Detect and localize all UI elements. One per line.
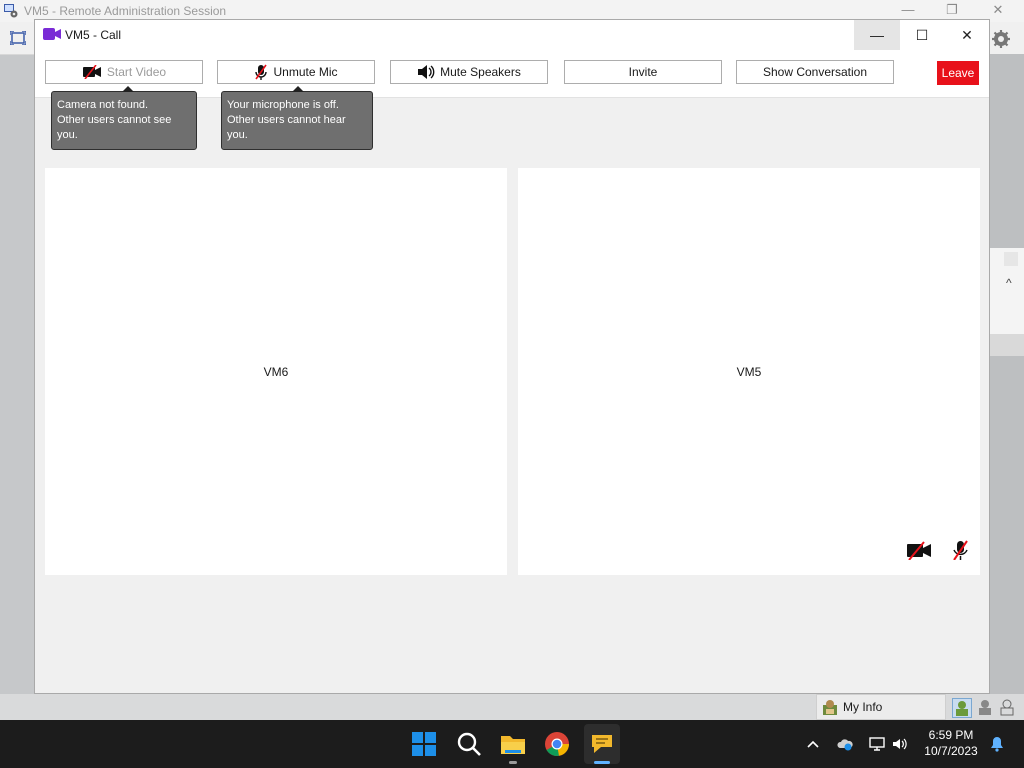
chevron-up-icon[interactable]: ^ (1006, 276, 1012, 290)
invite-button[interactable]: Invite (564, 60, 722, 84)
clock-date: 10/7/2023 (924, 744, 978, 758)
user-offline-icon[interactable] (998, 698, 1016, 716)
mic-tooltip-line1: Your microphone is off. (227, 99, 339, 111)
video-off-icon (82, 65, 101, 79)
close-button[interactable]: ✕ (944, 20, 990, 50)
participant-video-vm5[interactable]: VM5 (518, 168, 980, 575)
background-pane: ^ (990, 248, 1024, 304)
video-off-icon (907, 541, 931, 560)
file-explorer-icon[interactable] (499, 730, 527, 758)
minimize-button[interactable]: — (854, 20, 900, 50)
background-strip-selected (990, 334, 1024, 356)
notification-bell-icon[interactable] (989, 736, 1005, 752)
participant-name: VM5 (736, 364, 762, 379)
call-title: VM5 - Call (65, 28, 122, 42)
chevron-up-icon[interactable] (805, 736, 821, 752)
leave-button[interactable]: Leave (937, 61, 979, 85)
unmute-mic-button[interactable]: Unmute Mic (217, 60, 375, 84)
onedrive-icon[interactable] (837, 736, 853, 752)
start-icon[interactable] (410, 730, 438, 758)
participant-name: VM6 (263, 364, 289, 379)
mic-off-icon (953, 540, 968, 560)
unmute-mic-label: Unmute Mic (273, 65, 338, 79)
chat-app-icon[interactable] (588, 730, 616, 758)
network-icon[interactable] (869, 736, 885, 752)
mic-tooltip-line2: Other users cannot hear you. (227, 114, 346, 141)
background-strip (990, 304, 1024, 334)
remote-admin-icon (4, 4, 18, 18)
video-camera-icon (43, 28, 61, 40)
remote-restore-button[interactable]: ❐ (941, 2, 963, 18)
active-app-indicator (594, 761, 610, 764)
volume-icon[interactable] (892, 736, 908, 752)
my-info-button[interactable]: My Info (816, 694, 946, 720)
remote-session-title: VM5 - Remote Administration Session (24, 4, 227, 18)
call-window: VM5 - Call — ☐ ✕ Start Video Unmute Mic … (34, 19, 990, 694)
remote-close-button[interactable]: ✕ (987, 2, 1009, 18)
mute-speakers-button[interactable]: Mute Speakers (390, 60, 548, 84)
show-conversation-label: Show Conversation (762, 65, 868, 79)
camera-tooltip: Camera not found. Other users cannot see… (51, 86, 197, 150)
show-conversation-button[interactable]: Show Conversation (736, 60, 894, 84)
taskbar: 6:59 PM 10/7/2023 (0, 720, 1024, 768)
gear-icon[interactable] (992, 30, 1010, 48)
camera-tooltip-line1: Camera not found. (57, 99, 149, 111)
start-video-button[interactable]: Start Video (45, 60, 203, 84)
maximize-button[interactable]: ☐ (899, 20, 945, 50)
system-clock[interactable]: 6:59 PM 10/7/2023 (920, 727, 982, 759)
file-explorer-indicator (509, 761, 517, 764)
chrome-icon[interactable] (543, 730, 571, 758)
user-card-icon (823, 700, 837, 715)
background-side-panel: ^ (990, 54, 1024, 720)
search-icon[interactable] (455, 730, 483, 758)
presence-icons (948, 694, 1024, 720)
pane-close-icon[interactable] (1004, 252, 1018, 266)
participant-video-vm6[interactable]: VM6 (45, 168, 507, 575)
user-online-icon[interactable] (952, 698, 972, 718)
user-away-icon[interactable] (976, 698, 994, 716)
invite-label: Invite (628, 65, 658, 79)
clock-time: 6:59 PM (928, 728, 974, 742)
remote-minimize-button[interactable]: — (897, 2, 919, 17)
my-info-label: My Info (843, 700, 883, 714)
call-titlebar: VM5 - Call — ☐ ✕ (35, 20, 989, 50)
speaker-icon (418, 65, 435, 79)
mic-tooltip: Your microphone is off. Other users cann… (221, 86, 373, 150)
mic-off-icon (255, 64, 268, 80)
mute-speakers-label: Mute Speakers (440, 65, 521, 79)
start-video-label: Start Video (106, 65, 167, 79)
fullscreen-frame-icon[interactable] (10, 31, 26, 45)
camera-tooltip-line2: Other users cannot see you. (57, 114, 172, 141)
